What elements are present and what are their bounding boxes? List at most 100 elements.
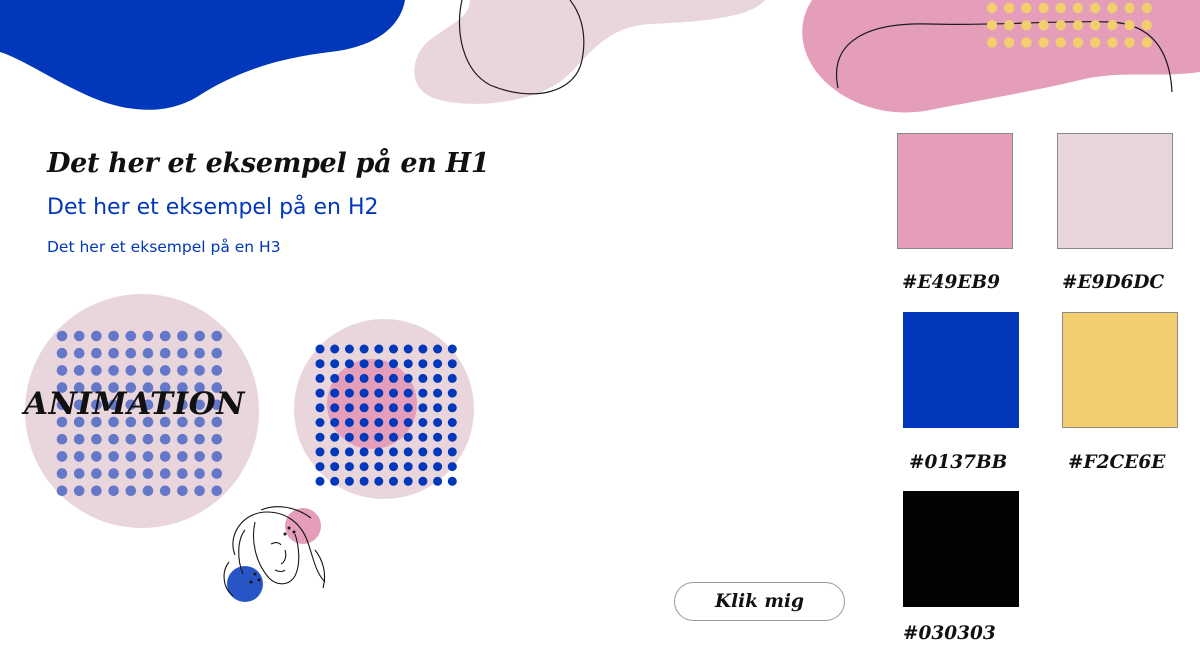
decor-dot <box>374 447 384 457</box>
decor-dot <box>418 344 428 354</box>
decor-dot <box>433 432 443 442</box>
decor-dot <box>159 330 171 342</box>
decor-dot <box>142 365 154 376</box>
decor-dot <box>403 373 413 383</box>
decor-dot <box>194 365 205 376</box>
decor-dot <box>344 432 354 442</box>
decor-dot <box>1038 2 1049 14</box>
decor-dot <box>389 373 398 383</box>
decor-dot <box>194 451 205 462</box>
decor-dot <box>330 388 340 398</box>
decor-dot <box>1090 37 1101 48</box>
decor-dot <box>125 365 137 376</box>
hex-label-yellow: #F2CE6E <box>1068 452 1166 473</box>
decor-dot <box>374 476 384 486</box>
decor-dot <box>125 451 137 462</box>
decor-dot <box>330 373 340 383</box>
decor-dot <box>359 432 369 442</box>
decor-dot <box>56 433 68 445</box>
blue-blob <box>0 0 405 110</box>
heading-h1-example: Det her et eksempel på en H1 <box>47 148 490 179</box>
decor-dot <box>125 468 137 479</box>
decor-dot <box>56 365 68 376</box>
light-pink-blob <box>414 0 765 104</box>
decor-dot <box>1021 20 1032 31</box>
decor-dot <box>403 462 413 472</box>
decor-dot <box>433 418 443 427</box>
decor-dot <box>433 359 443 369</box>
decor-dot <box>344 388 354 398</box>
decor-dot <box>315 388 325 398</box>
swatch-yellow <box>1062 312 1178 428</box>
decor-dot <box>159 468 171 479</box>
decor-dot <box>56 347 68 359</box>
decor-dot <box>330 476 340 486</box>
decor-dot <box>108 330 119 342</box>
top-decorative-blobs <box>0 0 1200 113</box>
decor-dot <box>211 485 223 497</box>
decor-dot <box>91 468 102 479</box>
decor-dot <box>211 347 223 359</box>
decor-dot <box>315 359 325 369</box>
decor-dot <box>194 433 205 445</box>
decor-dot <box>91 433 102 445</box>
decor-dot <box>389 476 398 486</box>
decor-dot <box>986 2 998 14</box>
swatch-pink <box>897 133 1013 249</box>
decor-dot <box>91 365 102 376</box>
decor-dot <box>108 347 119 359</box>
decor-dot <box>108 365 119 376</box>
decor-dot <box>359 403 369 413</box>
swatch-light-pink <box>1057 133 1173 249</box>
decor-dot <box>330 462 340 472</box>
decor-dot <box>1141 20 1153 31</box>
decor-dot <box>1021 2 1032 14</box>
hex-label-blue: #0137BB <box>909 452 1008 473</box>
decor-dot <box>374 432 384 442</box>
decor-dot <box>73 365 85 376</box>
decor-dot <box>344 462 354 472</box>
hex-label-light-pink: #E9D6DC <box>1062 272 1165 293</box>
decor-dot <box>1107 37 1118 48</box>
decor-dot <box>447 418 457 427</box>
decor-dot <box>359 447 369 457</box>
decor-dot <box>142 347 154 359</box>
decor-dot <box>73 468 85 479</box>
decor-dot <box>330 403 340 413</box>
decor-dot <box>73 485 85 497</box>
decor-dot <box>389 432 398 442</box>
click-me-button[interactable]: Klik mig <box>674 582 845 621</box>
decor-dot <box>177 468 188 479</box>
decor-dot <box>359 476 369 486</box>
decor-dot <box>1004 2 1015 14</box>
decor-dot <box>142 433 154 445</box>
decor-dot <box>1072 20 1084 31</box>
decor-dot <box>403 432 413 442</box>
decor-dot <box>374 344 384 354</box>
decor-dot <box>389 403 398 413</box>
decor-dot <box>447 344 457 354</box>
decor-dot <box>73 433 85 445</box>
decor-dot <box>315 373 325 383</box>
decor-dot <box>125 330 137 342</box>
decor-dot <box>389 447 398 457</box>
decor-dot <box>403 476 413 486</box>
decor-dot <box>56 468 68 479</box>
decor-dot <box>359 418 369 427</box>
decor-dot <box>108 485 119 497</box>
decor-dot <box>1141 37 1153 48</box>
decor-dot <box>211 468 223 479</box>
decor-dot <box>418 403 428 413</box>
decor-dot <box>211 365 223 376</box>
decor-dot <box>1038 37 1049 48</box>
decor-dot <box>1055 2 1067 14</box>
decor-dot <box>374 403 384 413</box>
decor-dot <box>418 476 428 486</box>
swatch-blue <box>903 312 1019 428</box>
decor-dot <box>359 359 369 369</box>
heading-h3-example: Det her et eksempel på en H3 <box>47 238 281 256</box>
decor-dot <box>344 359 354 369</box>
decor-dot <box>344 447 354 457</box>
decor-dot <box>433 462 443 472</box>
decor-dot <box>73 330 85 342</box>
